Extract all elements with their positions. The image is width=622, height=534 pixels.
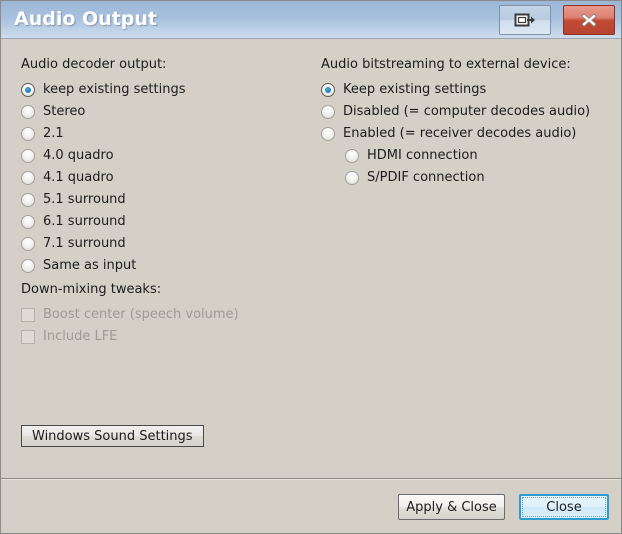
- radio-indicator: [21, 105, 35, 119]
- radio-4-1-quadro[interactable]: 4.1 quadro: [21, 167, 321, 189]
- radio-indicator: [21, 259, 35, 273]
- dialog-footer: Apply & Close Close: [1, 480, 621, 533]
- radio-label: HDMI connection: [367, 148, 478, 164]
- checkbox-label: Include LFE: [43, 329, 117, 345]
- radio-bitstream-keep-existing-settings[interactable]: Keep existing settings: [321, 79, 611, 101]
- radio-2-1[interactable]: 2.1: [21, 123, 321, 145]
- radio-indicator: [321, 83, 335, 97]
- close-window-button[interactable]: [563, 5, 615, 35]
- bitstreaming-label: Audio bitstreaming to external device:: [321, 40, 611, 74]
- close-x-icon: [579, 10, 599, 30]
- decoder-output-label: Audio decoder output:: [21, 40, 321, 74]
- radio-5-1-surround[interactable]: 5.1 surround: [21, 189, 321, 211]
- radio-indicator: [345, 149, 359, 163]
- radio-label: keep existing settings: [43, 82, 185, 98]
- radio-label: 4.0 quadro: [43, 148, 114, 164]
- radio-indicator: [321, 127, 335, 141]
- radio-6-1-surround[interactable]: 6.1 surround: [21, 211, 321, 233]
- radio-label: Disabled (= computer decodes audio): [343, 104, 590, 120]
- audio-output-dialog: Audio Output Audio decoder outpu: [0, 0, 622, 534]
- radio-spdif-connection[interactable]: S/PDIF connection: [321, 167, 611, 189]
- windows-sound-settings-button[interactable]: Windows Sound Settings: [21, 425, 204, 447]
- radio-label: Stereo: [43, 104, 85, 120]
- minimize-to-tray-button[interactable]: [499, 5, 551, 35]
- radio-label: 4.1 quadro: [43, 170, 114, 186]
- radio-indicator: [345, 171, 359, 185]
- radio-label: Same as input: [43, 258, 136, 274]
- radio-label: S/PDIF connection: [367, 170, 485, 186]
- apply-and-close-button[interactable]: Apply & Close: [398, 494, 505, 520]
- checkbox-indicator: [21, 330, 35, 344]
- window-title: Audio Output: [14, 8, 157, 30]
- radio-hdmi-connection[interactable]: HDMI connection: [321, 145, 611, 167]
- bitstreaming-section: Audio bitstreaming to external device: K…: [321, 40, 611, 189]
- radio-bitstream-disabled[interactable]: Disabled (= computer decodes audio): [321, 101, 611, 123]
- checkbox-boost-center: Boost center (speech volume): [21, 304, 321, 326]
- checkbox-indicator: [21, 308, 35, 322]
- radio-label: 6.1 surround: [43, 214, 126, 230]
- radio-indicator: [21, 171, 35, 185]
- checkbox-include-lfe: Include LFE: [21, 326, 321, 348]
- radio-indicator: [21, 83, 35, 97]
- downmixing-tweaks-label: Down-mixing tweaks:: [21, 277, 321, 299]
- radio-label: Enabled (= receiver decodes audio): [343, 126, 576, 142]
- radio-7-1-surround[interactable]: 7.1 surround: [21, 233, 321, 255]
- radio-4-0-quadro[interactable]: 4.0 quadro: [21, 145, 321, 167]
- decoder-output-section: Audio decoder output: keep existing sett…: [21, 40, 321, 348]
- radio-label: 5.1 surround: [43, 192, 126, 208]
- title-bar: Audio Output: [1, 1, 622, 39]
- close-button-label: Close: [546, 500, 581, 515]
- radio-same-as-input[interactable]: Same as input: [21, 255, 321, 277]
- radio-label: 2.1: [43, 126, 64, 142]
- radio-bitstream-enabled[interactable]: Enabled (= receiver decodes audio): [321, 123, 611, 145]
- radio-indicator: [21, 193, 35, 207]
- radio-indicator: [21, 215, 35, 229]
- radio-stereo[interactable]: Stereo: [21, 101, 321, 123]
- radio-indicator: [321, 105, 335, 119]
- radio-indicator: [21, 237, 35, 251]
- radio-label: 7.1 surround: [43, 236, 126, 252]
- checkbox-label: Boost center (speech volume): [43, 307, 239, 323]
- restore-window-icon: [514, 12, 536, 28]
- radio-indicator: [21, 149, 35, 163]
- radio-label: Keep existing settings: [343, 82, 486, 98]
- close-button[interactable]: Close: [519, 494, 609, 520]
- radio-indicator: [21, 127, 35, 141]
- radio-keep-existing-settings[interactable]: keep existing settings: [21, 79, 321, 101]
- dialog-content: Audio decoder output: keep existing sett…: [1, 40, 621, 477]
